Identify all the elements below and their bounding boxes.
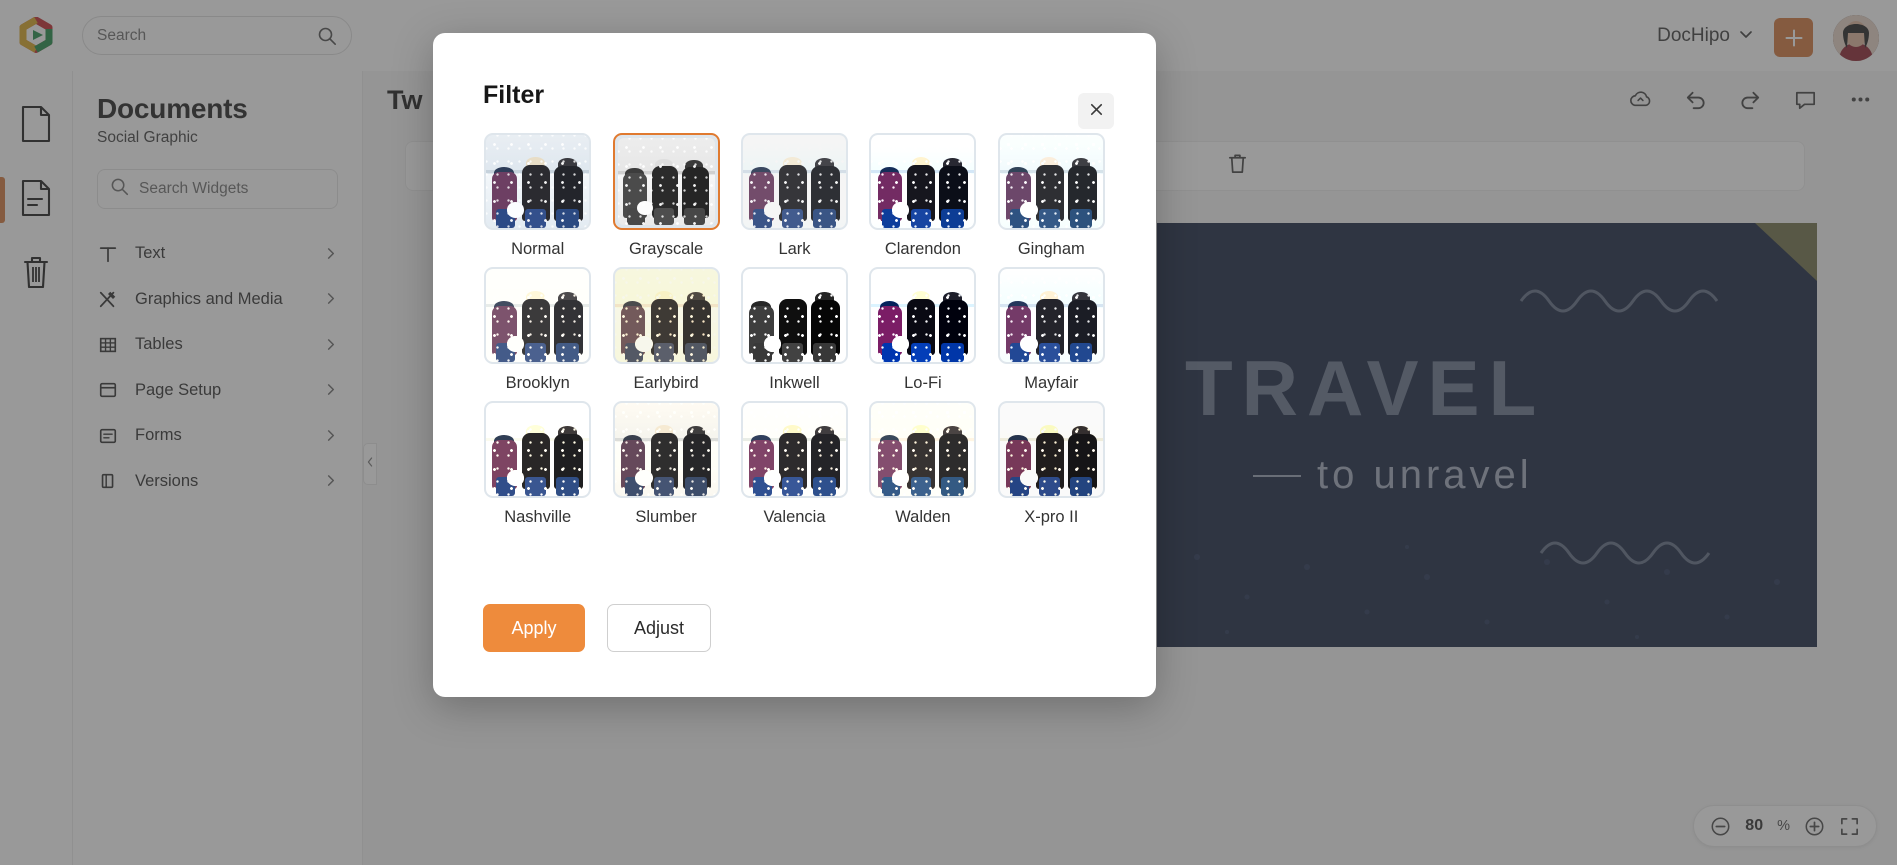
filter-option-clarendon[interactable]: Clarendon [868,133,977,259]
filter-modal: Filter Normal Grayscale Lark Clarendon G… [433,33,1156,697]
filter-thumbnail[interactable] [484,133,592,230]
filter-label: Clarendon [884,240,961,258]
close-button[interactable] [1078,93,1114,129]
filter-preview-image [999,269,1103,362]
filter-preview-image [614,403,718,496]
filter-thumbnail[interactable] [612,401,720,498]
filter-option-lark[interactable]: Lark [740,133,849,259]
filter-option-walden[interactable]: Walden [868,401,977,527]
filter-label: Grayscale [628,240,704,258]
filter-thumbnail[interactable] [740,267,848,364]
filter-preview-image [999,135,1103,228]
filter-thumbnail[interactable] [612,267,720,364]
filter-option-gingham[interactable]: Gingham [997,133,1106,259]
filter-thumbnail[interactable] [997,401,1105,498]
filter-preview-image [742,403,846,496]
filter-option-brooklyn[interactable]: Brooklyn [483,267,592,393]
filter-preview-image [486,269,590,362]
filter-label: Brooklyn [505,374,570,392]
filter-option-lo-fi[interactable]: Lo-Fi [868,267,977,393]
filter-thumbnail[interactable] [869,267,977,364]
filter-label: Normal [511,240,565,258]
filter-preview-image [614,269,718,362]
filter-option-x-pro-ii[interactable]: X-pro II [997,401,1106,527]
filter-label: X-pro II [1024,508,1079,526]
filter-thumbnail[interactable] [869,133,977,230]
filter-label: Valencia [763,508,826,526]
filter-preview-image [999,403,1103,496]
filter-thumbnail[interactable] [997,133,1105,230]
filter-preview-image [871,403,975,496]
filter-label: Nashville [504,508,572,526]
filter-thumbnail[interactable] [612,133,720,230]
filter-label: Lark [778,240,811,258]
filter-option-mayfair[interactable]: Mayfair [997,267,1106,393]
filter-thumbnail[interactable] [484,401,592,498]
dochipo-editor-app: DocHipo [0,0,1897,865]
filter-label: Mayfair [1024,374,1079,392]
filter-option-nashville[interactable]: Nashville [483,401,592,527]
filter-thumbnail[interactable] [740,401,848,498]
filter-thumbnail[interactable] [484,267,592,364]
filter-label: Inkwell [769,374,820,392]
filter-preview-image [871,135,975,228]
filter-preview-image [617,138,715,225]
filter-option-slumber[interactable]: Slumber [611,401,720,527]
filter-option-earlybird[interactable]: Earlybird [611,267,720,393]
apply-button[interactable]: Apply [483,604,585,652]
filter-label: Slumber [635,508,697,526]
filter-preview-image [486,403,590,496]
filter-thumbnail[interactable] [869,401,977,498]
filter-grid: Normal Grayscale Lark Clarendon Gingham … [483,133,1106,527]
modal-title: Filter [483,81,545,109]
modal-actions: Apply Adjust [483,604,711,652]
filter-label: Gingham [1017,240,1085,258]
filter-option-grayscale[interactable]: Grayscale [611,133,720,259]
filter-label: Earlybird [633,374,699,392]
filter-thumbnail[interactable] [997,267,1105,364]
close-icon [1088,101,1105,121]
filter-option-normal[interactable]: Normal [483,133,592,259]
adjust-button[interactable]: Adjust [607,604,711,652]
filter-preview-image [742,135,846,228]
filter-option-valencia[interactable]: Valencia [740,401,849,527]
filter-thumbnail[interactable] [740,133,848,230]
filter-label: Walden [895,508,951,526]
filter-option-inkwell[interactable]: Inkwell [740,267,849,393]
filter-label: Lo-Fi [904,374,942,392]
filter-preview-image [871,269,975,362]
filter-preview-image [486,135,590,228]
filter-preview-image [742,269,846,362]
